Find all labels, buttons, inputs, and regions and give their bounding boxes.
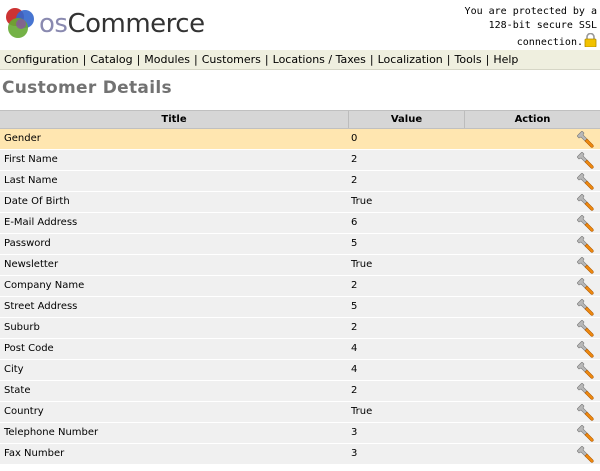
ssl-notice-line: connection.	[447, 33, 597, 50]
table-body: Gender 0 First Name 2 Last Name 2 Date Of Birt…	[0, 129, 600, 465]
row-title: City	[4, 364, 24, 375]
menu-item-locations-taxes[interactable]: Locations / Taxes	[273, 53, 366, 66]
edit-wrench-icon[interactable]	[576, 256, 595, 274]
logo-wordmark: osCommerce	[39, 9, 205, 39]
menu-separator: |	[136, 53, 141, 66]
row-value: 5	[351, 301, 358, 312]
edit-wrench-icon[interactable]	[576, 424, 595, 442]
edit-wrench-icon[interactable]	[576, 403, 595, 421]
logo-mark-icon	[6, 8, 34, 38]
ssl-notice-line: 128-bit secure SSL	[488, 20, 597, 31]
row-value: True	[351, 196, 373, 207]
ssl-notice-line: You are protected by a	[464, 6, 597, 17]
row-value: 4	[351, 343, 358, 354]
menu-item-modules[interactable]: Modules	[144, 53, 190, 66]
row-value: 2	[351, 385, 358, 396]
edit-wrench-icon[interactable]	[576, 277, 595, 295]
row-title: First Name	[4, 154, 58, 165]
row-value: 3	[351, 427, 358, 438]
row-title: Suburb	[4, 322, 40, 333]
page-title: Customer Details	[2, 78, 172, 98]
row-title: E-Mail Address	[4, 217, 78, 228]
edit-wrench-icon[interactable]	[576, 340, 595, 358]
menu-separator: |	[446, 53, 451, 66]
ssl-notice-text: connection.	[516, 37, 583, 48]
menu-separator: |	[264, 53, 269, 66]
ssl-notice: You are protected by a 128-bit secure SS…	[447, 5, 597, 50]
customer-details-table: Title Value Action Gender 0 First Name 2 Las…	[0, 110, 600, 465]
menu-item-configuration[interactable]: Configuration	[4, 53, 79, 66]
logo[interactable]: osCommerce	[3, 6, 205, 42]
row-value: True	[351, 259, 373, 270]
edit-wrench-icon[interactable]	[576, 382, 595, 400]
row-value: 2	[351, 175, 358, 186]
row-value: True	[351, 406, 373, 417]
table-header: Title Value Action	[0, 110, 600, 129]
edit-wrench-icon[interactable]	[576, 151, 595, 169]
table-row[interactable]: Post Code 4	[0, 339, 600, 360]
row-title: Telephone Number	[4, 427, 99, 438]
table-row[interactable]: Newsletter True	[0, 255, 600, 276]
row-value: 2	[351, 322, 358, 333]
padlock-icon	[584, 33, 597, 47]
menu-separator: |	[369, 53, 374, 66]
row-title: Fax Number	[4, 448, 65, 459]
table-row[interactable]: Gender 0	[0, 129, 600, 150]
menu-separator: |	[194, 53, 198, 66]
table-row[interactable]: Suburb 2	[0, 318, 600, 339]
edit-wrench-icon[interactable]	[576, 172, 595, 190]
table-row[interactable]: Last Name 2	[0, 171, 600, 192]
row-title: Last Name	[4, 175, 58, 186]
table-row[interactable]: Company Name 2	[0, 276, 600, 297]
menu-item-tools[interactable]: Tools	[455, 53, 482, 66]
row-title: Newsletter	[4, 259, 59, 270]
edit-wrench-icon[interactable]	[576, 193, 595, 211]
edit-wrench-icon[interactable]	[576, 235, 595, 253]
table-row[interactable]: Street Address 5	[0, 297, 600, 318]
row-value: 0	[351, 133, 358, 144]
column-header-value[interactable]: Value	[349, 111, 465, 128]
table-row[interactable]: Country True	[0, 402, 600, 423]
table-row[interactable]: State 2	[0, 381, 600, 402]
edit-wrench-icon[interactable]	[576, 298, 595, 316]
menu-item-help[interactable]: Help	[493, 53, 518, 66]
row-title: State	[4, 385, 31, 396]
row-title: Street Address	[4, 301, 78, 312]
row-title: Password	[4, 238, 51, 249]
menu-item-localization[interactable]: Localization	[378, 53, 443, 66]
row-value: 5	[351, 238, 358, 249]
row-value: 2	[351, 154, 358, 165]
edit-wrench-icon[interactable]	[576, 214, 595, 232]
column-header-title[interactable]: Title	[0, 111, 349, 128]
row-value: 4	[351, 364, 358, 375]
table-row[interactable]: Date Of Birth True	[0, 192, 600, 213]
row-title: Gender	[4, 133, 41, 144]
row-value: 3	[351, 448, 358, 459]
row-title: Company Name	[4, 280, 85, 291]
page-header: osCommerce You are protected by a 128-bi…	[0, 0, 600, 50]
table-row[interactable]: City 4	[0, 360, 600, 381]
row-title: Date Of Birth	[4, 196, 70, 207]
edit-wrench-icon[interactable]	[576, 361, 595, 379]
row-value: 6	[351, 217, 358, 228]
menu-separator: |	[82, 53, 87, 66]
row-title: Country	[4, 406, 44, 417]
table-row[interactable]: Telephone Number 3	[0, 423, 600, 444]
row-title: Post Code	[4, 343, 54, 354]
menu-item-customers[interactable]: Customers	[202, 53, 261, 66]
edit-wrench-icon[interactable]	[576, 130, 595, 148]
table-row[interactable]: First Name 2	[0, 150, 600, 171]
edit-wrench-icon[interactable]	[576, 319, 595, 337]
menu-item-catalog[interactable]: Catalog	[90, 53, 132, 66]
table-row[interactable]: Fax Number 3	[0, 444, 600, 465]
edit-wrench-icon[interactable]	[576, 445, 595, 463]
main-menu-bar: Configuration | Catalog | Modules | Customers |…	[0, 50, 600, 70]
column-header-action: Action	[514, 114, 551, 125]
row-value: 2	[351, 280, 358, 291]
table-row[interactable]: E-Mail Address 6	[0, 213, 600, 234]
menu-separator: |	[485, 53, 490, 66]
table-row[interactable]: Password 5	[0, 234, 600, 255]
